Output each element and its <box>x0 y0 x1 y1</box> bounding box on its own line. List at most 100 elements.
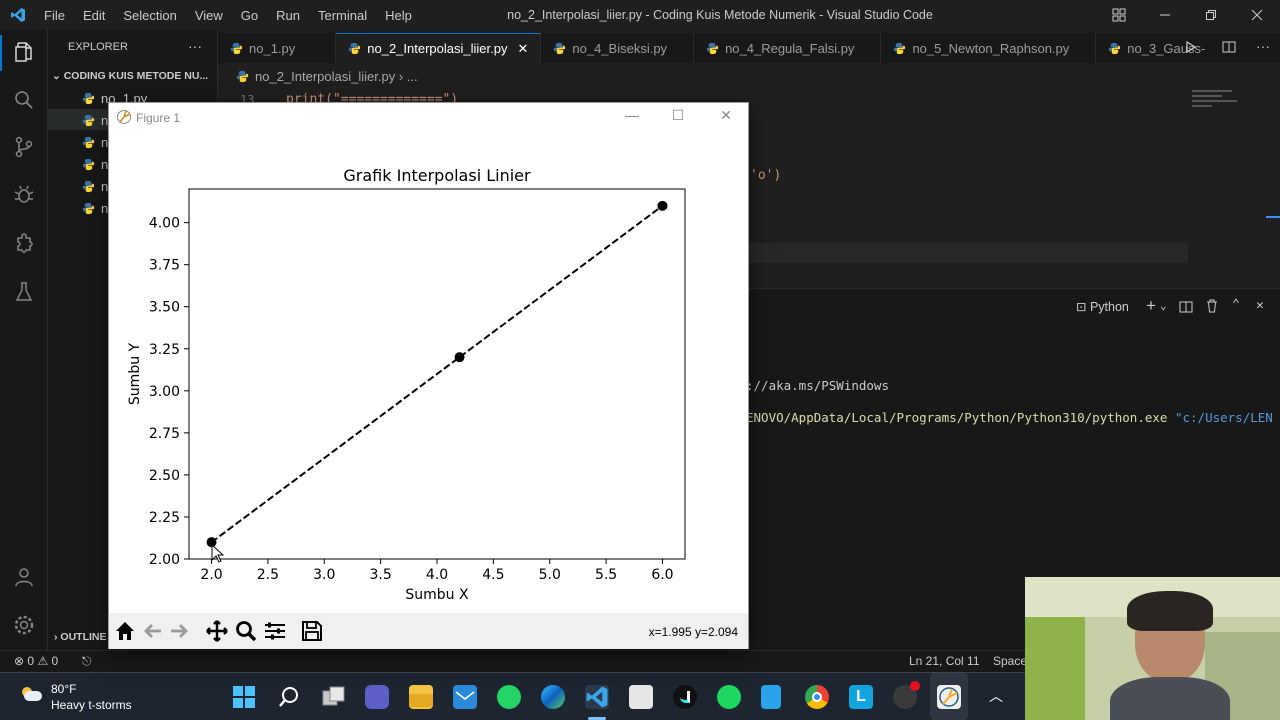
indentation[interactable]: Space <box>993 654 1027 668</box>
run-debug-icon[interactable] <box>12 183 36 207</box>
tab-no-4-regula-falsi[interactable]: no_4_Regula_Falsi.py <box>694 33 882 63</box>
python-file-icon <box>82 114 95 127</box>
maximize-panel-icon[interactable]: ⌃ <box>1232 297 1240 312</box>
weather-desc[interactable]: Heavy t-storms <box>51 698 132 712</box>
phone-link-icon[interactable] <box>761 685 781 709</box>
forward-arrow-icon[interactable] <box>167 619 191 643</box>
chart-canvas[interactable]: Grafik Interpolasi Linier Sumbu X Sumbu … <box>109 133 748 613</box>
breadcrumb-symbol[interactable]: ... <box>407 69 418 84</box>
home-icon[interactable] <box>113 619 137 643</box>
weather-temp[interactable]: 80°F <box>51 682 76 696</box>
vscode-icon[interactable] <box>585 685 609 709</box>
problems-indicator[interactable]: ⊗ 0 ⚠ 0 <box>14 654 58 668</box>
zoom-magnifier-icon[interactable] <box>234 619 258 643</box>
obs-icon[interactable] <box>893 681 920 709</box>
y-tick-label: 3.00 <box>149 384 180 400</box>
chevron-up-icon[interactable]: ︿ <box>989 686 1003 706</box>
edge-browser-icon[interactable] <box>541 685 565 709</box>
menu-go[interactable]: Go <box>232 8 267 23</box>
more-actions-icon[interactable]: ··· <box>1256 38 1270 54</box>
file-item[interactable]: n <box>82 135 108 150</box>
vscode-logo-icon <box>11 8 25 22</box>
menu-selection[interactable]: Selection <box>114 8 185 23</box>
menu-help[interactable]: Help <box>376 8 421 23</box>
outline-section[interactable]: › OUTLINE <box>54 631 107 643</box>
chrome-icon[interactable] <box>805 685 829 709</box>
pan-move-icon[interactable] <box>205 619 229 643</box>
configure-subplots-icon[interactable] <box>263 619 287 643</box>
menu-edit[interactable]: Edit <box>74 8 114 23</box>
python-file-icon <box>236 70 249 83</box>
menu-terminal[interactable]: Terminal <box>309 8 376 23</box>
tab-no-1[interactable]: no_1.py <box>218 33 337 63</box>
menu-view[interactable]: View <box>186 8 232 23</box>
settings-gear-icon[interactable] <box>12 613 36 637</box>
python-file-icon <box>82 136 95 149</box>
figure-toolbar: x=1.995 y=2.094 <box>109 613 748 649</box>
whatsapp-icon[interactable] <box>497 685 521 709</box>
mail-icon[interactable] <box>453 685 477 709</box>
windows-start-icon[interactable] <box>233 686 255 708</box>
port-icon[interactable]: ⎋ <box>82 654 92 669</box>
split-terminal-icon[interactable] <box>1179 301 1193 313</box>
save-floppy-icon[interactable] <box>300 619 324 643</box>
workspace-folder[interactable]: ⌄ CODING KUIS METODE NU... <box>52 70 218 82</box>
tab-no-2-interpolasi[interactable]: no_2_Interpolasi_liier.py ✕ <box>336 33 542 63</box>
figure-title: Figure 1 <box>136 111 181 125</box>
figure-close-button[interactable]: ✕ <box>711 107 741 124</box>
x-tick-label: 5.5 <box>595 567 617 583</box>
menu-file[interactable]: File <box>35 8 74 23</box>
x-tick-label: 3.0 <box>313 567 335 583</box>
explorer-icon[interactable] <box>12 40 36 64</box>
python-file-icon <box>82 202 95 215</box>
trash-icon[interactable] <box>1206 299 1218 313</box>
spotify-icon[interactable] <box>717 685 741 709</box>
cursor-position[interactable]: Ln 21, Col 11 <box>909 654 980 668</box>
account-icon[interactable] <box>12 565 36 589</box>
file-item[interactable]: n <box>82 179 108 194</box>
split-editor-icon[interactable] <box>1222 41 1236 53</box>
current-line-highlight <box>748 243 1188 263</box>
menu-run[interactable]: Run <box>267 8 309 23</box>
tab-no-5-newton-raphson[interactable]: no_5_Newton_Raphson.py <box>881 33 1097 63</box>
close-button[interactable] <box>1234 0 1280 30</box>
dinosaur-app-icon[interactable] <box>629 685 653 709</box>
breadcrumb-file[interactable]: no_2_Interpolasi_liier.py <box>255 69 395 84</box>
new-terminal-icon[interactable]: + <box>1146 296 1156 316</box>
l-app-icon[interactable]: L <box>849 685 873 709</box>
chevron-down-icon[interactable]: ⌄ <box>1160 299 1167 312</box>
chart-title: Grafik Interpolasi Linier <box>343 166 531 185</box>
search-icon[interactable] <box>278 686 300 708</box>
task-view-icon[interactable] <box>322 686 346 708</box>
close-tab-icon[interactable]: ✕ <box>517 41 528 57</box>
tiktok-icon[interactable] <box>673 685 697 709</box>
extensions-icon[interactable] <box>12 232 36 256</box>
file-item[interactable]: n <box>82 157 108 172</box>
minimize-button[interactable] <box>1142 0 1188 30</box>
y-tick-label: 3.75 <box>149 258 180 274</box>
webcam-overlay <box>1025 577 1280 720</box>
file-item[interactable]: n <box>82 113 108 128</box>
layout-icon[interactable] <box>1096 0 1142 30</box>
testing-icon[interactable] <box>12 280 36 304</box>
back-arrow-icon[interactable] <box>141 619 165 643</box>
source-control-icon[interactable] <box>12 135 36 159</box>
python-file-icon <box>230 42 243 54</box>
teams-chat-icon[interactable] <box>365 685 389 709</box>
x-tick-label: 3.5 <box>370 567 392 583</box>
tab-no-4-biseksi[interactable]: no_4_Biseksi.py <box>541 33 695 63</box>
run-icon[interactable] <box>1185 41 1197 53</box>
minimap[interactable] <box>1190 88 1250 118</box>
restore-button[interactable] <box>1188 0 1234 30</box>
close-panel-icon[interactable]: ✕ <box>1256 298 1264 313</box>
terminal-selector[interactable]: ⊡ Python <box>1076 299 1129 314</box>
more-actions-icon[interactable]: ··· <box>188 38 202 54</box>
tab-no-3-gauss[interactable]: no_3_Gauss- <box>1096 33 1217 63</box>
figure-minimize-button[interactable]: — <box>617 107 647 123</box>
chevron-right-icon: › <box>398 69 407 84</box>
python-file-icon <box>706 42 719 54</box>
figure-maximize-button[interactable]: ☐ <box>663 107 693 124</box>
file-explorer-icon[interactable] <box>409 685 433 709</box>
file-item[interactable]: n <box>82 201 108 216</box>
search-icon[interactable] <box>12 88 36 112</box>
